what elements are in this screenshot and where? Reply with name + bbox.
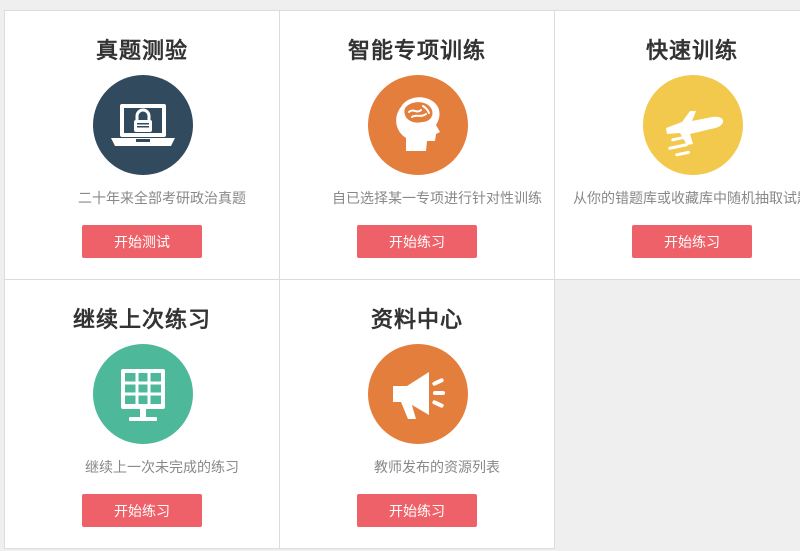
card-quick-training: 快速训练 从你的错题库或收藏库中随机抽取试题 开始练习 — [554, 10, 800, 280]
card-real-exam-test: 真题测验 二十年来全部考研政治真题 开始测试 — [4, 10, 280, 280]
start-practice-button[interactable]: 开始练习 — [357, 494, 477, 527]
card-description: 二十年来全部考研政治真题 — [78, 191, 246, 207]
card-title: 真题测验 — [95, 39, 188, 64]
megaphone-icon — [368, 344, 468, 444]
card-title: 资料中心 — [370, 308, 463, 333]
card-title: 快速训练 — [645, 39, 738, 64]
brain-head-icon — [368, 75, 468, 175]
card-title: 智能专项训练 — [347, 39, 486, 64]
monitor-grid-icon — [93, 344, 193, 444]
card-description: 自已选择某一专项进行针对性训练 — [332, 191, 542, 207]
laptop-lock-icon — [93, 75, 193, 175]
start-practice-button[interactable]: 开始练习 — [82, 494, 202, 527]
start-practice-button[interactable]: 开始练习 — [632, 225, 752, 258]
card-smart-special-training: 智能专项训练 自已选择某一专项进行针对性训练 开始练习 — [279, 10, 555, 280]
card-description: 教师发布的资源列表 — [374, 460, 500, 476]
start-test-button[interactable]: 开始测试 — [82, 225, 202, 258]
card-description: 从你的错题库或收藏库中随机抽取试题 — [573, 191, 800, 207]
start-practice-button[interactable]: 开始练习 — [357, 225, 477, 258]
empty-grid-space — [555, 280, 800, 549]
practice-card-grid: 真题测验 二十年来全部考研政治真题 开始测试 智能专项训练 自已选择某一专项进行… — [4, 10, 800, 551]
airplane-icon — [643, 75, 743, 175]
card-resource-center: 资料中心 教师发布的资源列表 开始练习 — [279, 279, 555, 549]
card-description: 继续上一次未完成的练习 — [85, 460, 239, 476]
card-title: 继续上次练习 — [72, 308, 211, 333]
card-continue-last-practice: 继续上次练习 继续上一次未完成的练习 开始练习 — [4, 279, 280, 549]
